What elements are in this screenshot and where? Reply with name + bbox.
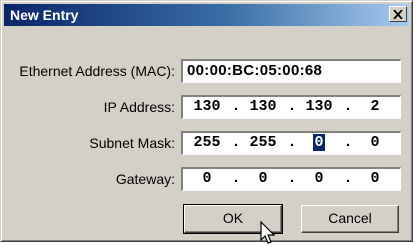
close-icon bbox=[393, 9, 403, 19]
ip-address-field[interactable]: 130 . 130 . 130 . 2 bbox=[181, 95, 401, 119]
mac-row: Ethernet Address (MAC): 00:00:BC:05:00:6… bbox=[1, 59, 411, 83]
mac-address-value: 00:00:BC:05:00:68 bbox=[187, 62, 323, 79]
octet-separator: . bbox=[287, 134, 297, 151]
octet-separator: . bbox=[343, 98, 353, 115]
subnet-label: Subnet Mask: bbox=[89, 135, 175, 151]
gateway-octet-2[interactable]: 0 bbox=[243, 169, 283, 189]
ip-octet-4[interactable]: 2 bbox=[355, 97, 395, 117]
octet-separator: . bbox=[231, 134, 241, 151]
octet-separator: . bbox=[231, 170, 241, 187]
mouse-pointer-icon bbox=[260, 221, 276, 244]
subnet-octet-2[interactable]: 255 bbox=[243, 133, 283, 153]
octet-separator: . bbox=[287, 170, 297, 187]
title-bar[interactable]: New Entry bbox=[4, 4, 409, 26]
octet-separator: . bbox=[231, 98, 241, 115]
new-entry-dialog: New Entry Ethernet Address (MAC): 00:00:… bbox=[0, 0, 413, 244]
ip-octet-2[interactable]: 130 bbox=[243, 97, 283, 117]
mac-label: Ethernet Address (MAC): bbox=[19, 63, 175, 79]
gateway-field[interactable]: 0 . 0 . 0 . 0 bbox=[181, 167, 401, 191]
subnet-octet-3-selected[interactable]: 0 bbox=[299, 133, 339, 153]
ip-label: IP Address: bbox=[103, 99, 175, 115]
gateway-octet-1[interactable]: 0 bbox=[187, 169, 227, 189]
gateway-octet-3[interactable]: 0 bbox=[299, 169, 339, 189]
cancel-button[interactable]: Cancel bbox=[301, 205, 399, 233]
selected-octet-text: 0 bbox=[313, 134, 325, 151]
ip-row: IP Address: 130 . 130 . 130 . 2 bbox=[1, 95, 411, 119]
octet-separator: . bbox=[343, 170, 353, 187]
subnet-octet-4[interactable]: 0 bbox=[355, 133, 395, 153]
ip-octet-3[interactable]: 130 bbox=[299, 97, 339, 117]
subnet-octet-1[interactable]: 255 bbox=[187, 133, 227, 153]
close-button[interactable] bbox=[389, 6, 407, 22]
subnet-mask-field[interactable]: 255 . 255 . 0 . 0 bbox=[181, 131, 401, 155]
mac-address-field[interactable]: 00:00:BC:05:00:68 bbox=[181, 59, 401, 83]
window-title: New Entry bbox=[10, 7, 79, 23]
gateway-row: Gateway: 0 . 0 . 0 . 0 bbox=[1, 167, 411, 191]
ip-octet-1[interactable]: 130 bbox=[187, 97, 227, 117]
octet-separator: . bbox=[343, 134, 353, 151]
subnet-row: Subnet Mask: 255 . 255 . 0 . 0 bbox=[1, 131, 411, 155]
octet-separator: . bbox=[287, 98, 297, 115]
gateway-label: Gateway: bbox=[115, 171, 175, 187]
gateway-octet-4[interactable]: 0 bbox=[355, 169, 395, 189]
